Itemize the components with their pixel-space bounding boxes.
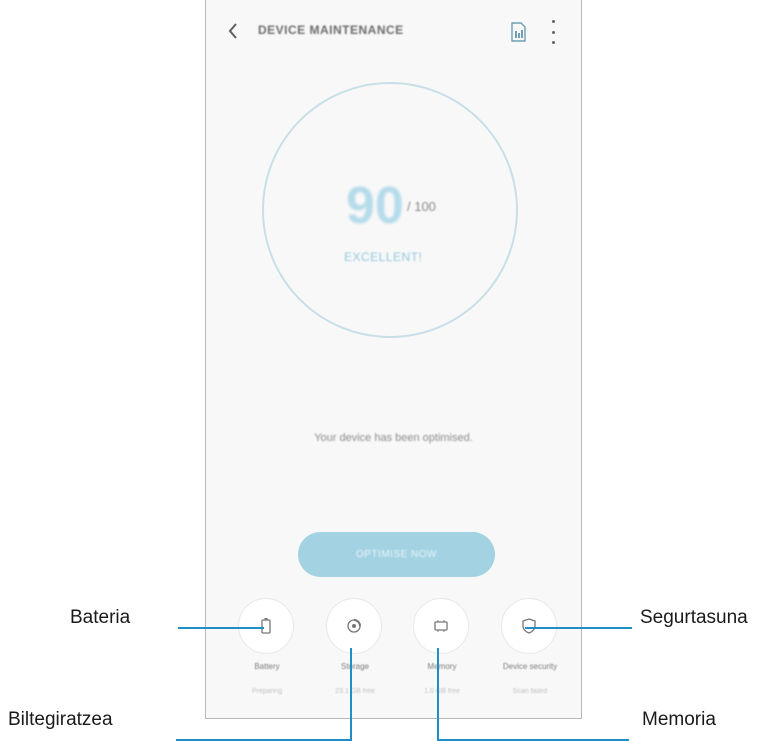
device-security-status: Scan failed: [512, 688, 548, 695]
storage-status: 23.1 GB free: [335, 688, 375, 695]
device-security-item[interactable]: Device security Scan failed: [495, 598, 565, 708]
device-maintenance-screen: DEVICE MAINTENANCE 90 / 100 EXCELLENT! Y…: [205, 0, 582, 719]
callout-battery: Bateria: [70, 607, 131, 628]
score-status: EXCELLENT!: [344, 250, 423, 264]
callout-storage: Biltegiratzea: [8, 709, 113, 730]
back-arrow-icon[interactable]: [222, 18, 244, 44]
storage-icon: [326, 598, 382, 654]
callout-line-battery: [178, 627, 264, 629]
battery-status: Preparing: [251, 688, 283, 695]
memory-icon: [413, 598, 469, 654]
more-options-icon[interactable]: [548, 20, 558, 44]
memory-status: 1.0 GB free: [424, 688, 460, 695]
score-max: / 100: [407, 199, 436, 214]
memory-item[interactable]: Memory 1.0 GB free: [407, 598, 477, 708]
battery-item[interactable]: Battery Preparing: [232, 598, 302, 708]
optimize-now-button[interactable]: OPTIMISE NOW: [298, 532, 495, 577]
memory-label: Memory: [427, 662, 457, 671]
shield-icon: [501, 598, 557, 654]
callout-security: Segurtasuna: [640, 607, 748, 628]
storage-label: Storage: [340, 662, 370, 671]
battery-label: Battery: [254, 662, 280, 671]
storage-item[interactable]: Storage 23.1 GB free: [320, 598, 390, 708]
score-value: 90: [346, 177, 404, 235]
callout-line-security: [525, 627, 632, 629]
report-icon[interactable]: [510, 22, 526, 42]
battery-icon: [238, 598, 294, 654]
callout-line-memory-vertical: [437, 648, 439, 741]
page-title: DEVICE MAINTENANCE: [258, 23, 404, 37]
device-security-label: Device security: [502, 662, 558, 671]
callout-memory: Memoria: [642, 709, 716, 730]
optimize-now-label: OPTIMISE NOW: [356, 549, 437, 560]
app-bar: DEVICE MAINTENANCE: [206, 0, 581, 62]
optimised-message: Your device has been optimised.: [314, 432, 473, 444]
callout-line-storage-vertical: [350, 648, 352, 741]
